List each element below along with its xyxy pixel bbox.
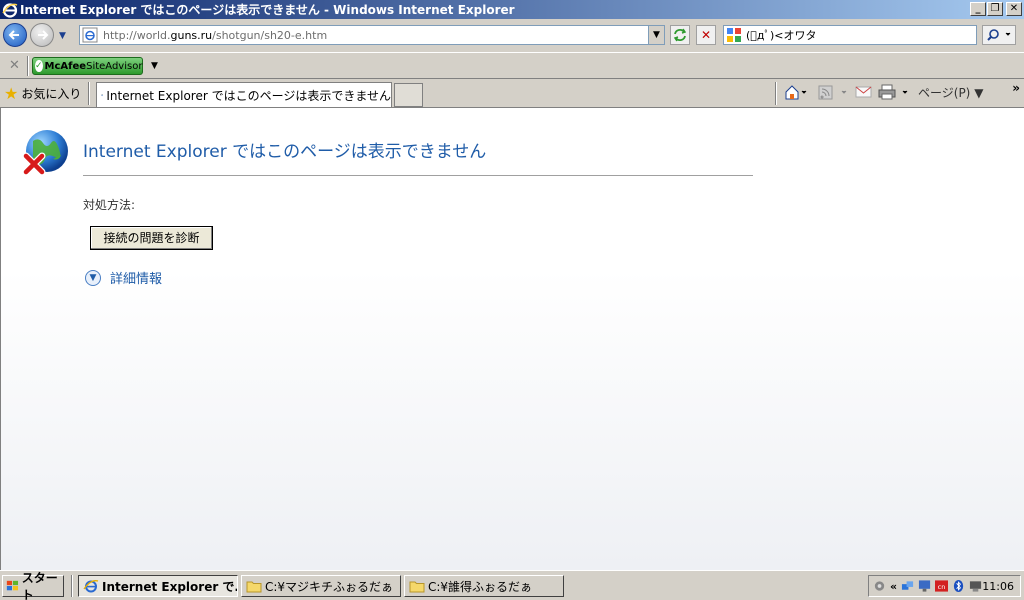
back-arrow-icon [8,30,19,40]
howto-label: 対処方法: [83,198,136,212]
window-title: Internet Explorer ではこのページは表示できません - Wind… [20,3,515,17]
folder-icon [409,581,425,593]
command-separator [775,82,777,105]
diagnose-connection-button[interactable]: 接続の問題を診断 [90,226,213,250]
mcafee-toolbar: ✕ ✓ McAfee SiteAdvisor ▼ [0,52,1024,79]
back-button[interactable] [3,23,27,47]
toolbar-separator [27,56,29,76]
mcafee-brand: McAfee [44,60,87,72]
tray-expand-button[interactable]: « [890,580,897,593]
windows-flag-icon [6,580,19,591]
title-divider [83,175,753,176]
taskbar-separator [71,575,73,597]
search-query[interactable]: (ﾟдﾟ)<オワタ [746,27,817,43]
mcafee-siteadvisor-button[interactable]: ✓ McAfee SiteAdvisor [32,57,143,75]
restore-button[interactable]: ❐ [987,2,1003,16]
taskbar-item-label: C:¥誰得ふぉるだぁ [428,579,533,594]
more-info-label: 詳細情報 [110,272,163,287]
window-controls: _ ❐ ✕ [969,2,1022,16]
chevron-down-icon: ▼ [85,269,101,286]
navigation-bar: ▼ http://world.guns.ru/shotgun/sh20-e.ht… [0,19,1024,51]
refresh-button[interactable] [670,25,690,45]
mail-button[interactable] [855,84,873,103]
printer-icon [878,84,908,100]
taskbar-item-folder-2[interactable]: C:¥誰得ふぉるだぁ [404,575,564,597]
more-info-toggle[interactable]: ▼ 詳細情報 [85,268,162,287]
ie-logo-icon [2,2,18,18]
minimize-button[interactable]: _ [970,2,986,16]
folder-icon [246,581,262,593]
monitor-icon[interactable] [918,579,931,593]
feeds-button[interactable] [818,84,850,103]
close-button[interactable]: ✕ [1006,2,1022,16]
globe-error-icon [23,130,68,176]
favorites-label: お気に入り [21,87,82,101]
forward-button[interactable] [30,23,54,47]
check-icon: ✓ [35,60,43,72]
title-bar: Internet Explorer ではこのページは表示できません - Wind… [0,0,1024,19]
display-icon[interactable] [969,579,982,593]
tab-separator [88,82,90,105]
page-menu[interactable]: ページ(P) ▼ [918,84,983,101]
mail-icon [855,86,872,98]
taskbar-item-label: C:¥マジキチふぉるだぁ [265,579,394,594]
google-search-icon [727,28,741,42]
page-menu-label: ページ(P) [918,86,971,100]
rss-icon [818,85,847,100]
cn-badge-icon[interactable]: cn [935,579,949,593]
favorites-button[interactable]: ★ お気に入り [4,84,81,103]
print-button[interactable] [878,84,912,103]
taskbar-item-ie[interactable]: Internet Explorer で... [78,575,238,597]
tab-ie-icon [101,94,104,96]
history-dropdown-icon[interactable]: ▼ [59,31,66,41]
search-box[interactable]: (ﾟдﾟ)<オワタ [723,25,977,45]
address-dropdown-button[interactable]: ▼ [648,26,664,44]
url-text[interactable]: http://world.guns.ru/shotgun/sh20-e.htm [103,29,327,42]
page-content: Internet Explorer ではこのページは表示できません 対処方法: … [0,108,1024,570]
start-button[interactable]: スタート [2,571,64,600]
refresh-icon [673,28,687,42]
page-title: Internet Explorer ではこのページは表示できません [83,142,487,162]
tray-app-icon[interactable] [873,579,886,593]
toolbar-overflow-icon[interactable]: » [1012,81,1020,95]
taskbar-item-folder-1[interactable]: C:¥マジキチふぉるだぁ [241,575,401,597]
bluetooth-icon[interactable] [952,579,965,593]
taskbar-item-label: Internet Explorer で... [102,579,238,594]
search-button[interactable] [982,25,1016,45]
ie-icon [83,580,99,593]
address-bar[interactable]: http://world.guns.ru/shotgun/sh20-e.htm … [79,25,665,45]
tab-active[interactable]: Internet Explorer ではこのページは表示できません [96,82,392,107]
stop-button[interactable]: ✕ [696,25,716,45]
forward-arrow-icon [38,30,49,40]
page-ie-icon [82,27,98,43]
tab-label: Internet Explorer ではこのページは表示できません [106,88,391,103]
network-icon[interactable] [901,579,914,593]
svg-text:cn: cn [938,583,946,591]
tab-bar: ★ お気に入り Internet Explorer ではこのページは表示できませ… [0,79,1024,108]
mcafee-product: SiteAdvisor [86,60,143,72]
home-icon [785,85,807,100]
star-icon: ★ [4,84,19,103]
home-button[interactable] [784,84,808,103]
new-tab-button[interactable] [394,83,423,107]
system-tray: « cn 11:06 [868,575,1021,597]
magnifier-icon [987,29,1011,41]
start-label: スタート [21,571,58,600]
mcafee-dropdown-icon[interactable]: ▼ [151,61,158,71]
taskbar: スタート Internet Explorer で... C:¥マジキチふぉるだぁ… [0,570,1024,600]
close-toolbar-icon[interactable]: ✕ [9,58,20,73]
clock[interactable]: 11:06 [982,580,1014,593]
